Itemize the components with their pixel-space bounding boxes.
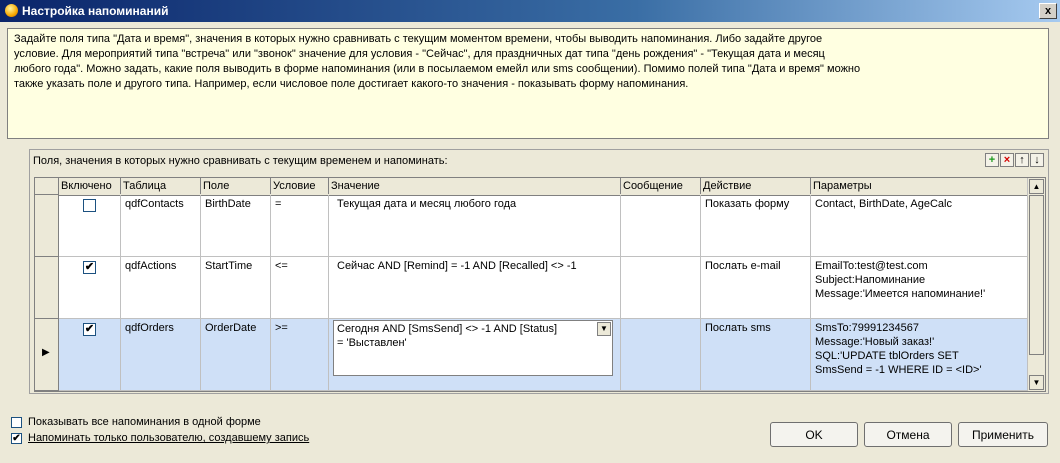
params-text: EmailTo:test@test.com Subject:Напоминани… <box>815 260 986 300</box>
vertical-scrollbar[interactable]: ▲ ▼ <box>1027 178 1045 391</box>
cell-message[interactable] <box>621 319 701 390</box>
cell-condition[interactable]: = <box>271 195 329 256</box>
col-field[interactable]: Поле <box>201 178 271 194</box>
cell-condition[interactable]: <= <box>271 257 329 318</box>
table-row-selected[interactable]: qdfOrders OrderDate >= Сегодня AND [SmsS… <box>59 319 1028 391</box>
title-bar: Настройка напоминаний x <box>0 0 1060 22</box>
cell-action[interactable]: Показать форму <box>701 195 811 256</box>
value-editor[interactable]: Сегодня AND [SmsSend] <> -1 AND [Status]… <box>333 320 613 376</box>
cell-field[interactable]: OrderDate <box>201 319 271 390</box>
info-line: Задайте поля типа "Дата и время", значен… <box>14 33 823 45</box>
value-text: Сейчас AND [Remind] = -1 AND [Recalled] … <box>337 260 577 272</box>
add-row-button[interactable]: + <box>985 153 999 167</box>
scroll-thumb[interactable] <box>1029 195 1044 355</box>
params-text: Contact, BirthDate, AgeCalc <box>815 198 952 210</box>
move-up-button[interactable]: ↑ <box>1015 153 1029 167</box>
value-text: Текущая дата и месяц любого года <box>337 198 517 210</box>
header-corner <box>35 178 59 195</box>
grid-toolbar: + × ↑ ↓ <box>985 153 1044 167</box>
info-line: любого года". Можно задать, какие поля в… <box>14 63 861 75</box>
cell-params[interactable]: Contact, BirthDate, AgeCalc <box>811 195 1028 256</box>
info-line: также указать поле и другого типа. Напри… <box>14 78 689 90</box>
scroll-up-icon[interactable]: ▲ <box>1029 179 1044 194</box>
info-panel: Задайте поля типа "Дата и время", значен… <box>7 28 1049 139</box>
delete-row-button[interactable]: × <box>1000 153 1014 167</box>
row-indicator-current[interactable]: ▶ <box>35 319 59 391</box>
params-text: SmsTo:79991234567 Message:'Новый заказ!'… <box>815 322 982 376</box>
show-all-label: Показывать все напоминания в одной форме <box>28 416 261 428</box>
app-icon <box>5 4 18 17</box>
move-down-button[interactable]: ↓ <box>1030 153 1044 167</box>
col-table[interactable]: Таблица <box>121 178 201 194</box>
cell-field[interactable]: StartTime <box>201 257 271 318</box>
only-creator-checkbox[interactable] <box>11 432 22 444</box>
cell-message[interactable] <box>621 257 701 318</box>
reminder-fields-panel: Поля, значения в которых нужно сравниват… <box>29 149 1049 394</box>
cell-params[interactable]: EmailTo:test@test.com Subject:Напоминани… <box>811 257 1028 318</box>
col-action[interactable]: Действие <box>701 178 811 194</box>
cell-table[interactable]: qdfActions <box>121 257 201 318</box>
close-button[interactable]: x <box>1039 3 1057 19</box>
current-row-arrow-icon: ▶ <box>42 347 50 358</box>
cell-value[interactable]: Текущая дата и месяц любого года <box>329 195 621 256</box>
cell-table[interactable]: qdfContacts <box>121 195 201 256</box>
enabled-checkbox[interactable] <box>83 323 96 336</box>
info-line: условие. Для мероприятий типа "встреча" … <box>14 48 825 60</box>
window-title: Настройка напоминаний <box>22 4 169 18</box>
col-value[interactable]: Значение <box>329 178 621 194</box>
reminders-grid: Включено Таблица Поле Условие Значение С… <box>34 177 1046 392</box>
scroll-down-icon[interactable]: ▼ <box>1029 375 1044 390</box>
cell-params[interactable]: SmsTo:79991234567 Message:'Новый заказ!'… <box>811 319 1028 390</box>
enabled-checkbox[interactable] <box>83 199 96 212</box>
show-all-checkbox[interactable] <box>11 416 22 428</box>
cell-condition[interactable]: >= <box>271 319 329 390</box>
option-show-all-in-one[interactable]: Показывать все напоминания в одной форме <box>11 416 261 428</box>
row-indicator[interactable] <box>35 257 59 319</box>
cell-enabled <box>59 319 121 390</box>
cell-enabled <box>59 195 121 256</box>
col-condition[interactable]: Условие <box>271 178 329 194</box>
cell-field[interactable]: BirthDate <box>201 195 271 256</box>
cell-action[interactable]: Послать sms <box>701 319 811 390</box>
only-creator-label: Напоминать только пользователю, создавше… <box>28 432 310 444</box>
apply-button[interactable]: Применить <box>958 422 1048 447</box>
cell-enabled <box>59 257 121 318</box>
row-indicator[interactable] <box>35 195 59 257</box>
ok-button[interactable]: OK <box>770 422 858 447</box>
col-enabled[interactable]: Включено <box>59 178 121 194</box>
cell-value[interactable]: Сейчас AND [Remind] = -1 AND [Recalled] … <box>329 257 621 318</box>
cell-table[interactable]: qdfOrders <box>121 319 201 390</box>
table-row[interactable]: qdfContacts BirthDate = Текущая дата и м… <box>59 195 1028 257</box>
table-row[interactable]: qdfActions StartTime <= Сейчас AND [Remi… <box>59 257 1028 319</box>
option-only-creator[interactable]: Напоминать только пользователю, создавше… <box>11 432 309 444</box>
cancel-button[interactable]: Отмена <box>864 422 952 447</box>
grid-caption: Поля, значения в которых нужно сравниват… <box>33 155 448 167</box>
dropdown-arrow-icon[interactable]: ▼ <box>597 322 611 336</box>
enabled-checkbox[interactable] <box>83 261 96 274</box>
col-message[interactable]: Сообщение <box>621 178 701 194</box>
grid-header: Включено Таблица Поле Условие Значение С… <box>35 178 1028 196</box>
cell-action[interactable]: Послать e-mail <box>701 257 811 318</box>
col-params[interactable]: Параметры <box>811 178 1028 194</box>
value-text: Сегодня AND [SmsSend] <> -1 AND [Status]… <box>337 323 558 349</box>
cell-value[interactable]: Сегодня AND [SmsSend] <> -1 AND [Status]… <box>329 319 621 390</box>
cell-message[interactable] <box>621 195 701 256</box>
